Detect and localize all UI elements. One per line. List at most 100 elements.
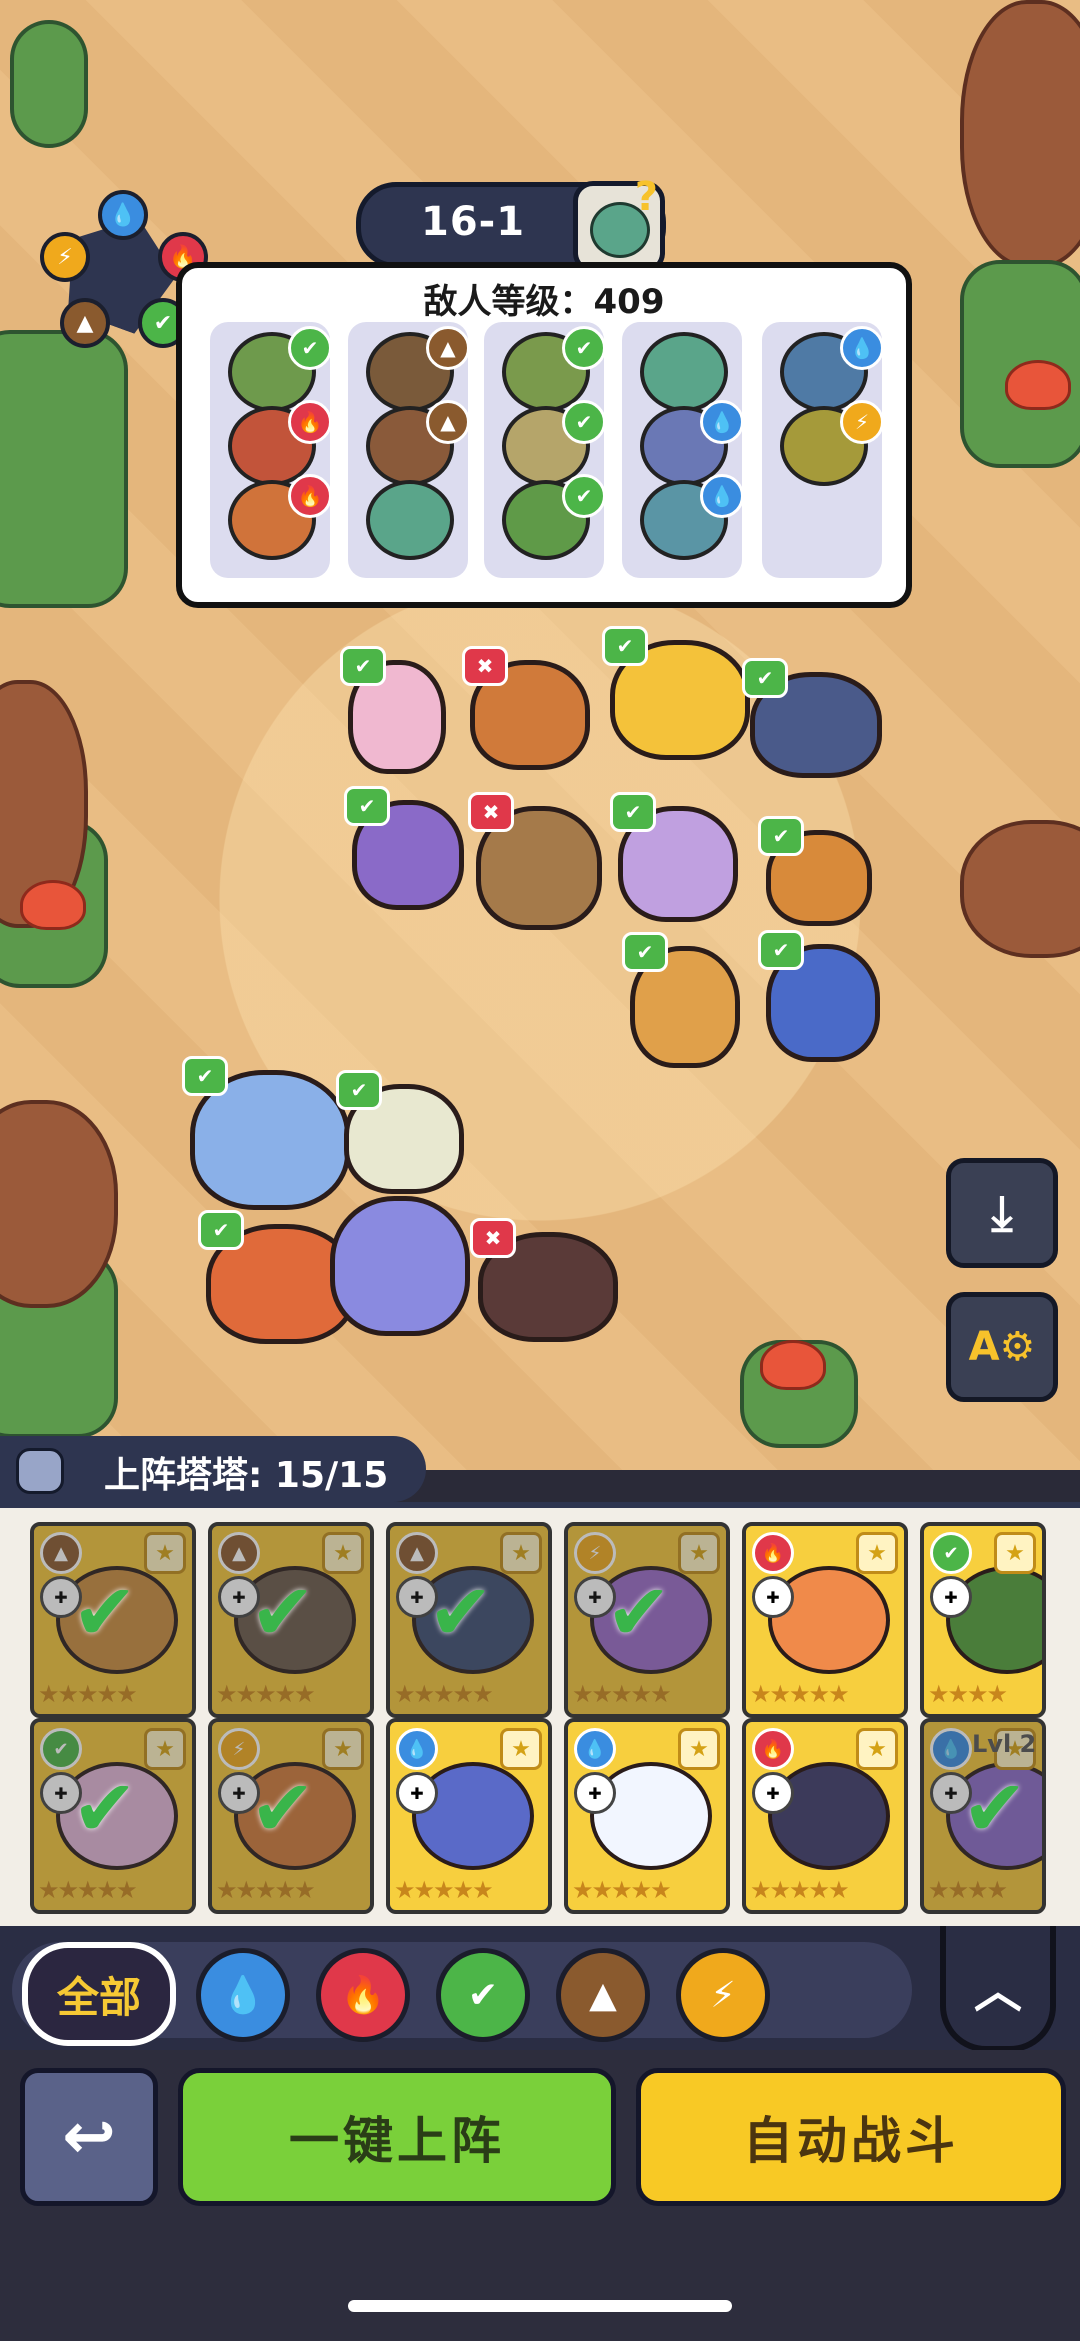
checkmark-icon: ✔ [72,1764,138,1854]
nature-icon: ✔ [288,326,332,370]
enemy-column: 💧 💧 [622,322,744,578]
star-rating: ★★★★★ [572,1876,672,1904]
fire-icon: 🔥 [752,1728,794,1770]
tower-card[interactable]: ✔ ✚ ★ ★★★★★ ✔ [30,1718,196,1914]
thumbs-up-icon: ✔ [610,792,656,832]
one-click-deploy-button[interactable]: 一键上阵 [178,2068,616,2206]
thumbs-up-icon: ✔ [602,626,648,666]
tower-card[interactable]: ▲ ✚ ★ ★★★★★ ✔ [386,1522,552,1718]
enemy-column: ▲ ▲ [348,322,470,578]
enemy-column: 💧 ⚡ [762,322,884,578]
checkmark-icon: ✔ [428,1568,494,1658]
checkmark-icon: ✔ [250,1568,316,1658]
star-rating: ★★★★★ [750,1876,850,1904]
flower-decoration [1005,360,1071,410]
water-icon: 💧 [396,1728,438,1770]
back-button[interactable]: ↩ [20,2068,158,2206]
checkmark-icon: ✔ [606,1568,672,1658]
fire-icon: 🔥 [288,400,332,444]
star-rating: ★★★★★ [750,1680,850,1708]
chevron-up-icon: ︿ [973,1963,1022,2019]
thunder-icon: ⚡ [710,1974,736,2016]
rock-decoration [960,0,1080,268]
checkmark-icon: ✔ [72,1568,138,1658]
download-button[interactable]: ⤓ [946,1158,1058,1268]
download-icon: ⤓ [991,1184,1013,1241]
tower-card[interactable]: 🔥 ✚ ★ ★★★★★ [742,1522,908,1718]
nature-icon: ✔ [930,1532,972,1574]
enemy-portrait [366,480,454,560]
filter-earth-button[interactable]: ▲ [556,1948,650,2042]
thumbs-up-icon: ✔ [198,1210,244,1250]
star-badge-icon: ★ [678,1728,720,1770]
filter-fire-button[interactable]: 🔥 [316,1948,410,2042]
nature-icon: ✔ [562,474,606,518]
filter-thunder-button[interactable]: ⚡ [676,1948,770,2042]
question-mark-icon: ? [634,174,658,220]
tower-card[interactable]: ▲ ✚ ★ ★★★★★ ✔ [30,1522,196,1718]
star-badge-icon: ★ [856,1728,898,1770]
element-filter-bar: 全部 💧 🔥 ✔ ▲ ⚡ ︿ [0,1926,1080,2052]
tower-card[interactable]: ⚡ ✚ ★ ★★★★★ ✔ [208,1718,374,1914]
thumbs-up-icon: ✔ [758,816,804,856]
auto-battle-button[interactable]: 自动战斗 [636,2068,1066,2206]
thumbs-up-icon: ✔ [344,786,390,826]
earth-icon: ▲ [426,400,470,444]
tower-card[interactable]: 💧 ✚ ★ ★★★★★ [386,1718,552,1914]
enemy-wave-panel: 敌人等级：409 ✔ 🔥 🔥 ▲ ▲ ✔ ✔ ✔ 💧 💧 💧 ⚡ [176,262,912,608]
thunder-icon: ⚡ [840,400,884,444]
star-badge-icon: ★ [994,1532,1036,1574]
star-badge-icon: ★ [500,1728,542,1770]
back-arrow-icon: ↩ [62,2100,116,2174]
filter-nature-button[interactable]: ✔ [436,1948,530,2042]
thunder-icon: ⚡ [40,232,90,282]
star-rating: ★★★★★ [394,1876,494,1904]
tower-role-icon: ✚ [752,1576,794,1618]
bottom-action-bar: ↩ 一键上阵 自动战斗 [0,2050,1080,2341]
flower-decoration [760,1340,826,1390]
tower-card[interactable]: ⚡ ✚ ★ ★★★★★ ✔ [564,1522,730,1718]
water-icon: 💧 [574,1728,616,1770]
flower-decoration [20,880,86,930]
cactus-decoration [10,20,88,148]
auto-settings-button[interactable]: A⚙ [946,1292,1058,1402]
nature-icon: ✔ [562,326,606,370]
stage-level-text: 16-1 [421,199,526,245]
tower-card[interactable]: 🔥 ✚ ★ ★★★★★ [742,1718,908,1914]
deployed-tower-unit[interactable] [330,1196,470,1336]
tower-card[interactable]: ▲ ✚ ★ ★★★★★ ✔ [208,1522,374,1718]
boss-hint-button[interactable]: ? [573,174,665,273]
fire-icon: 🔥 [752,1532,794,1574]
fire-icon: 🔥 [288,474,332,518]
thumbs-down-icon: ✖ [470,1218,516,1258]
thumbs-up-icon: ✔ [758,930,804,970]
star-rating: ★★★★ [928,1680,1008,1708]
water-icon: 💧 [700,474,744,518]
earth-icon: ▲ [589,1974,617,2016]
home-indicator [348,2300,732,2312]
enemy-column: ✔ ✔ ✔ [484,322,606,578]
tower-role-icon: ✚ [574,1772,616,1814]
checkmark-icon: ✔ [962,1764,1028,1854]
water-icon: 💧 [98,190,148,240]
filter-water-button[interactable]: 💧 [196,1948,290,2042]
filter-all-button[interactable]: 全部 [22,1942,176,2046]
thumbs-up-icon: ✔ [336,1070,382,1110]
tower-role-icon: ✚ [396,1772,438,1814]
water-icon: 💧 [220,1975,266,2016]
stage-level-pill: 16-1 ? [356,174,666,273]
tower-card[interactable]: 💧 ✚ ★ ★★★★★ [564,1718,730,1914]
nature-icon: ✔ [562,400,606,444]
cat-icon [16,1448,64,1494]
tower-card[interactable]: 💧 ✚ ★ ★★★★ Lvl 2 ✔ [920,1718,1046,1914]
tower-role-icon: ✚ [930,1576,972,1618]
water-icon: 💧 [700,400,744,444]
tower-count-label: 上阵塔塔: 15/15 [104,1455,389,1496]
thumbs-up-icon: ✔ [340,646,386,686]
tower-card[interactable]: ✔ ✚ ★ ★★★★ [920,1522,1046,1718]
collapse-button[interactable]: ︿ [940,1926,1056,2052]
nature-icon: ✔ [467,1974,499,2016]
auto-settings-icon: A⚙ [968,1324,1036,1370]
rock-decoration [960,820,1080,958]
thumbs-down-icon: ✖ [468,792,514,832]
